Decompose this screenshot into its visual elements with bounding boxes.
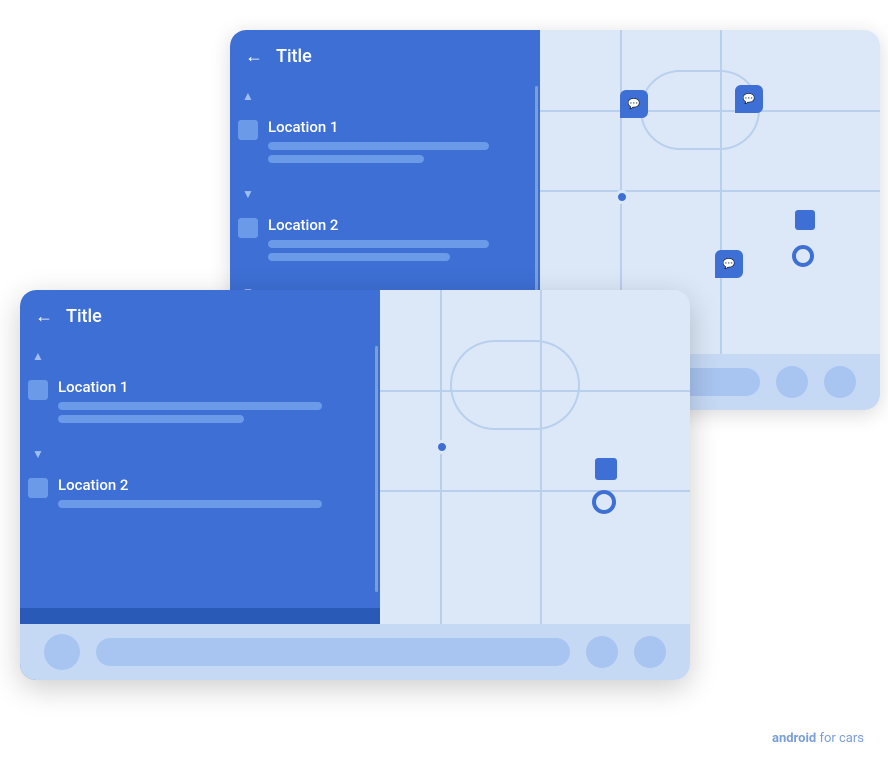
list-item-line-1 [268, 240, 489, 248]
map-square [795, 210, 815, 230]
list-item-content: Location 2 [58, 476, 368, 513]
watermark-brand: android [772, 731, 816, 746]
scrollbar[interactable] [375, 346, 378, 592]
list-item-content: Location 1 [268, 118, 528, 168]
map-ring [592, 490, 616, 514]
location-icon [238, 120, 258, 140]
map-marker-chat-3: 💬 [715, 250, 743, 278]
list-item-line-2 [268, 253, 450, 261]
map-ring [792, 245, 814, 267]
chevron-down-icon[interactable]: ▼ [238, 184, 258, 204]
location-name: Location 2 [268, 216, 528, 234]
chevron-down-icon[interactable]: ▼ [28, 444, 48, 464]
location-icon [28, 478, 48, 498]
back-card-back-button[interactable]: ← [242, 44, 266, 68]
list-item[interactable]: Location 1 [20, 370, 380, 436]
front-card-back-button[interactable]: ← [32, 304, 56, 328]
bottom-circle-1 [44, 634, 80, 670]
location-name: Location 2 [58, 476, 368, 494]
bottom-circle-3 [634, 636, 666, 668]
bottom-circle-3 [824, 366, 856, 398]
back-card-title: Title [276, 46, 312, 67]
location-icon [28, 380, 48, 400]
list-item[interactable]: Location 2 [230, 208, 540, 274]
bottom-pill [96, 638, 570, 666]
bottom-circle-2 [586, 636, 618, 668]
front-card: ← Title ▲ Location 1 ▼ [20, 290, 690, 680]
chevron-up-icon[interactable]: ▲ [28, 346, 48, 366]
front-card-map [380, 290, 690, 680]
bottom-circle-2 [776, 366, 808, 398]
map-marker-chat: 💬 [620, 90, 648, 118]
watermark-suffix: for cars [816, 731, 864, 746]
list-item-line-1 [58, 402, 322, 410]
map-square [595, 458, 617, 480]
back-card-header: ← Title [230, 30, 540, 78]
watermark: android for cars [772, 731, 864, 746]
location-name: Location 1 [268, 118, 528, 136]
map-marker-chat-2: 💬 [735, 85, 763, 113]
front-card-header: ← Title [20, 290, 380, 338]
list-item-line-2 [58, 415, 244, 423]
map-dot [615, 190, 629, 204]
front-card-title: Title [66, 306, 102, 327]
front-card-list: ▲ Location 1 ▼ Location 2 [20, 338, 380, 600]
list-item-line-2 [268, 155, 424, 163]
list-item[interactable]: Location 2 [20, 468, 380, 521]
list-item[interactable]: Location 1 [230, 110, 540, 176]
list-item-content: Location 2 [268, 216, 528, 266]
front-card-panel-left: ← Title ▲ Location 1 ▼ [20, 290, 380, 680]
list-item-line-1 [268, 142, 489, 150]
chevron-up-icon[interactable]: ▲ [238, 86, 258, 106]
location-name: Location 1 [58, 378, 368, 396]
list-item-content: Location 1 [58, 378, 368, 428]
front-card-bottom-bar [20, 624, 690, 680]
map-dot [435, 440, 449, 454]
location-icon [238, 218, 258, 238]
list-item-line-1 [58, 500, 322, 508]
